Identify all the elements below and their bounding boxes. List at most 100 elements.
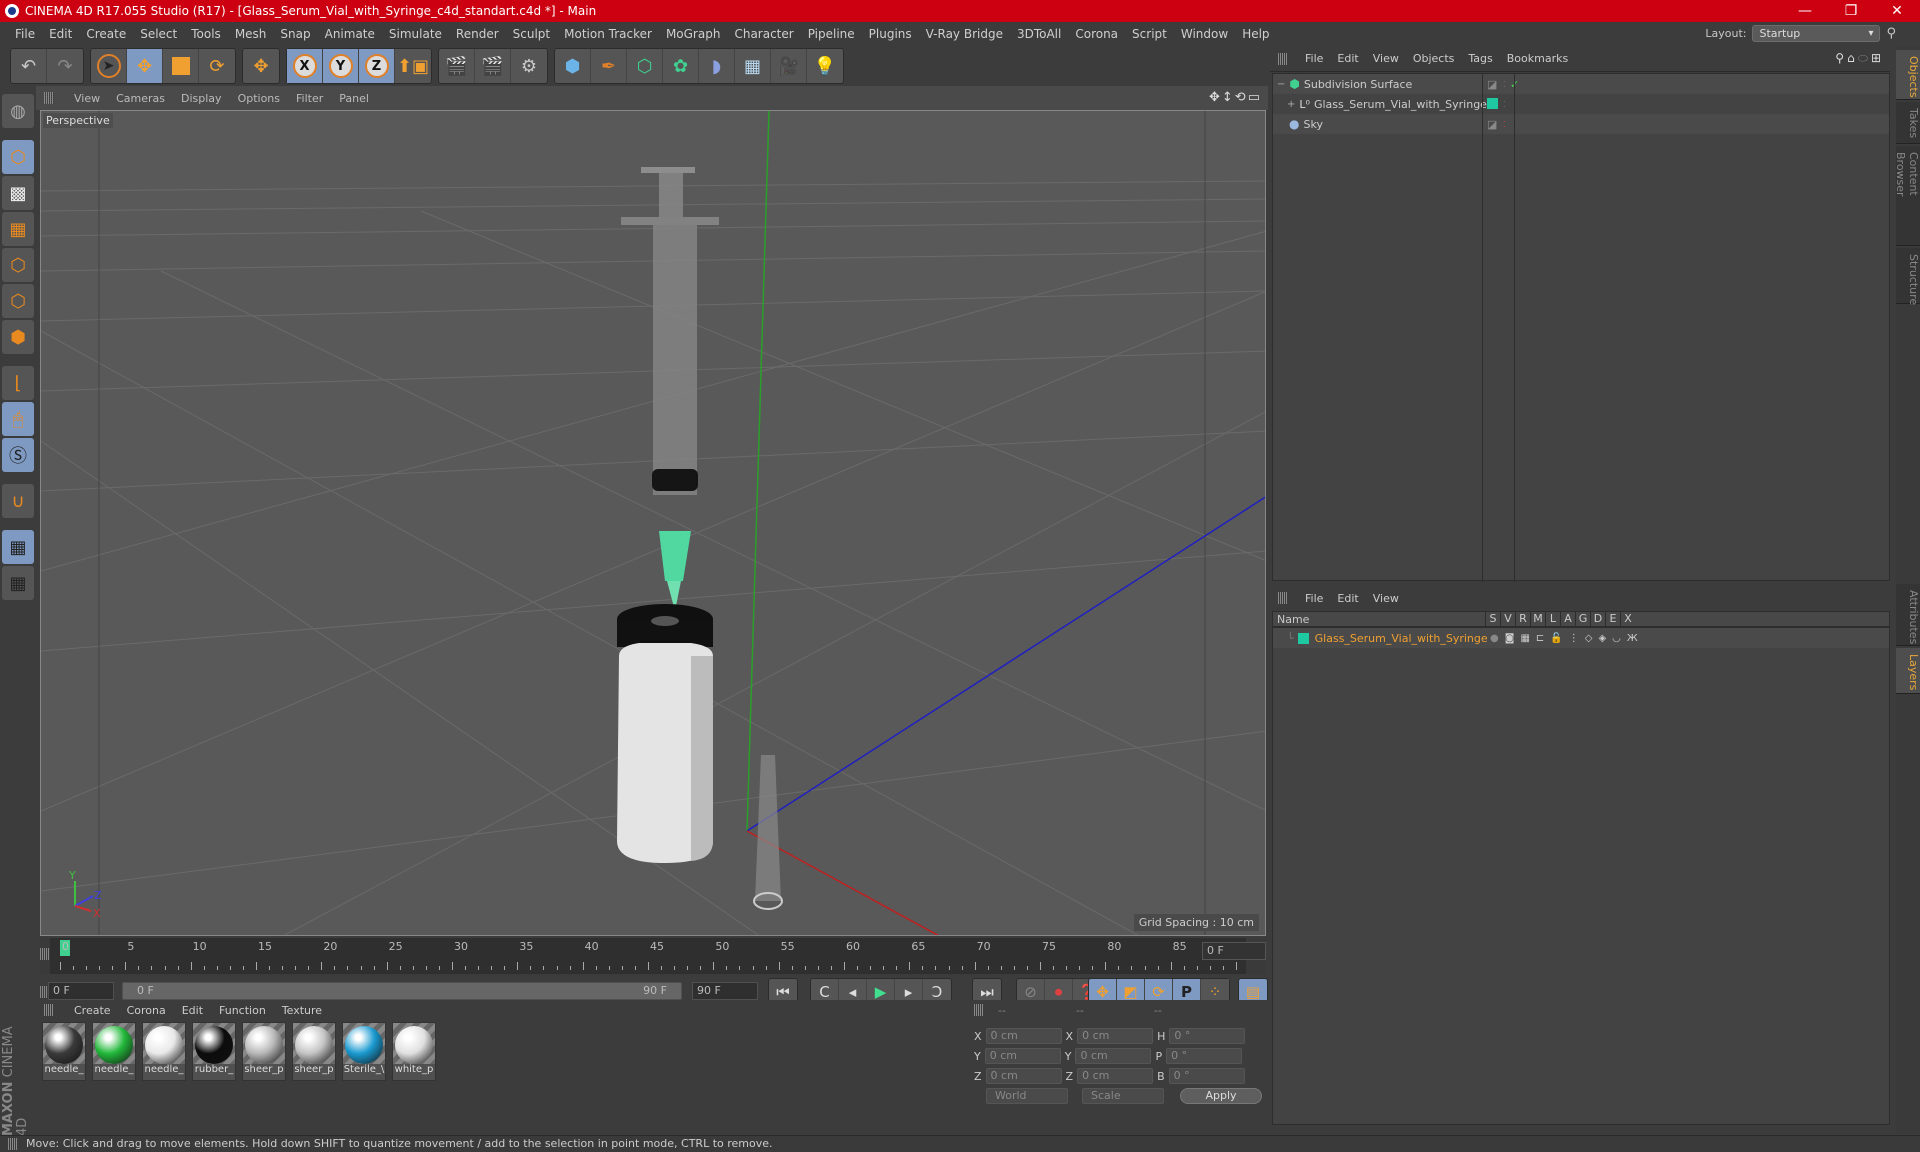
- material-swatch[interactable]: needle_: [142, 1022, 186, 1081]
- redo-icon[interactable]: ↷: [47, 49, 83, 83]
- end-frame-field[interactable]: 90 F: [692, 982, 758, 1000]
- rotate-icon[interactable]: ⟳: [199, 49, 235, 83]
- visibility-dots[interactable]: ⁚: [1503, 120, 1506, 129]
- tab-takes[interactable]: Takes: [1896, 102, 1920, 144]
- object-name[interactable]: Sky: [1303, 118, 1322, 131]
- tab-content-browser[interactable]: Content Browser: [1894, 146, 1920, 246]
- render-view-icon[interactable]: 🎬: [439, 49, 475, 83]
- array-icon[interactable]: ✿: [663, 49, 699, 83]
- viewport-menu-filter[interactable]: Filter: [288, 92, 331, 105]
- material-swatch[interactable]: needle_: [92, 1022, 136, 1081]
- z-axis-icon[interactable]: Z: [359, 49, 395, 83]
- vial-model[interactable]: [617, 604, 713, 863]
- tab-layers[interactable]: Layers: [1896, 648, 1920, 694]
- pan-view-icon[interactable]: ✥: [1209, 90, 1222, 105]
- column-divider[interactable]: [1514, 74, 1515, 582]
- workplane-align-icon[interactable]: ▦: [2, 566, 34, 600]
- size-y-field[interactable]: 0 cm: [1075, 1048, 1152, 1064]
- lm-menu-file[interactable]: File: [1298, 592, 1330, 605]
- floor-icon[interactable]: ▦: [735, 49, 771, 83]
- panel-grip[interactable]: [44, 92, 54, 104]
- render-picture-viewer-icon[interactable]: 🎬: [475, 49, 511, 83]
- column-solo[interactable]: S: [1485, 612, 1500, 626]
- undo-icon[interactable]: ↶: [11, 49, 47, 83]
- material-swatch[interactable]: sheer_p: [292, 1022, 336, 1081]
- solo-toggle-icon[interactable]: ●: [1490, 633, 1505, 644]
- camera-icon[interactable]: 🎥: [771, 49, 807, 83]
- panel-grip[interactable]: [44, 1004, 54, 1016]
- panel-grip[interactable]: [974, 1004, 984, 1016]
- polygons-mode-icon[interactable]: ⬢: [2, 320, 34, 354]
- column-locked[interactable]: L: [1545, 612, 1560, 626]
- light-icon[interactable]: 💡: [807, 49, 843, 83]
- menu-3dtoall[interactable]: 3DToAll: [1010, 27, 1068, 41]
- menu-select[interactable]: Select: [133, 27, 184, 41]
- column-render[interactable]: R: [1515, 612, 1530, 626]
- menu-help[interactable]: Help: [1235, 27, 1276, 41]
- object-name[interactable]: Glass_Serum_Vial_with_Syringe: [1314, 98, 1487, 111]
- lm-menu-edit[interactable]: Edit: [1330, 592, 1365, 605]
- cube-icon[interactable]: ⬢: [555, 49, 591, 83]
- new-panel-icon[interactable]: ⊞: [1871, 51, 1884, 65]
- rotation-b-field[interactable]: 0 °: [1168, 1068, 1245, 1084]
- om-menu-bookmarks[interactable]: Bookmarks: [1500, 52, 1575, 65]
- material-menu-function[interactable]: Function: [211, 1004, 274, 1017]
- position-y-field[interactable]: 0 cm: [984, 1048, 1061, 1064]
- layout-dropdown[interactable]: Startup: [1752, 25, 1881, 42]
- column-generators[interactable]: G: [1575, 612, 1590, 626]
- object-row-sky[interactable]: ● Sky ◪ ⁚: [1273, 114, 1889, 134]
- menu-mesh[interactable]: Mesh: [228, 27, 274, 41]
- material-swatch[interactable]: Sterile_\: [342, 1022, 386, 1081]
- column-view[interactable]: V: [1500, 612, 1515, 626]
- tweak-mode-icon[interactable]: 🖱: [2, 402, 34, 436]
- material-menu-texture[interactable]: Texture: [274, 1004, 330, 1017]
- timeline-ruler[interactable]: 051015202530354045505560657075808590 0 F: [40, 938, 1266, 974]
- column-deformers[interactable]: D: [1590, 612, 1605, 626]
- model-mode-icon[interactable]: ⬡: [2, 140, 34, 174]
- menu-file[interactable]: File: [8, 27, 42, 41]
- rotate-view-icon[interactable]: ⟲: [1235, 90, 1248, 105]
- solo-icon[interactable]: Ⓢ: [2, 438, 34, 472]
- manager-toggle-icon[interactable]: ⊏: [1536, 633, 1550, 644]
- rotation-p-field[interactable]: 0 °: [1166, 1048, 1243, 1064]
- needle-cap-model[interactable]: [753, 755, 783, 910]
- lock-toggle-icon[interactable]: 🔓: [1550, 633, 1568, 644]
- menu-vray-bridge[interactable]: V-Ray Bridge: [919, 27, 1010, 41]
- coordinate-system-icon[interactable]: ⬆▣: [395, 49, 431, 83]
- menu-corona[interactable]: Corona: [1068, 27, 1125, 41]
- close-button[interactable]: ✕: [1874, 0, 1920, 22]
- range-slider[interactable]: 0 F 90 F: [122, 982, 682, 1000]
- generators-toggle-icon[interactable]: ◇: [1585, 633, 1599, 644]
- menu-plugins[interactable]: Plugins: [862, 27, 919, 41]
- make-editable-icon[interactable]: ◍: [2, 94, 34, 128]
- menu-render[interactable]: Render: [449, 27, 506, 41]
- texture-mode-icon[interactable]: ▩: [2, 176, 34, 210]
- column-expressions[interactable]: E: [1605, 612, 1620, 626]
- material-menu-corona[interactable]: Corona: [119, 1004, 174, 1017]
- panel-grip[interactable]: [1278, 53, 1288, 65]
- size-x-field[interactable]: 0 cm: [1077, 1028, 1154, 1044]
- material-menu-edit[interactable]: Edit: [174, 1004, 211, 1017]
- live-selection-icon[interactable]: ➤: [91, 49, 127, 83]
- tab-structure[interactable]: Structure: [1896, 248, 1920, 305]
- visibility-dots[interactable]: ⁚: [1503, 80, 1506, 89]
- render-toggle-icon[interactable]: ▦: [1520, 633, 1535, 644]
- minimize-button[interactable]: —: [1782, 0, 1828, 22]
- animation-toggle-icon[interactable]: ⋮: [1569, 633, 1585, 644]
- render-settings-icon[interactable]: ⚙: [511, 49, 547, 83]
- position-x-field[interactable]: 0 cm: [985, 1028, 1062, 1044]
- position-z-field[interactable]: 0 cm: [985, 1068, 1062, 1084]
- om-menu-tags[interactable]: Tags: [1461, 52, 1499, 65]
- transform-mode-dropdown[interactable]: Scale: [1082, 1088, 1164, 1104]
- column-manager[interactable]: M: [1530, 612, 1545, 626]
- snap-icon[interactable]: ∪: [2, 484, 34, 518]
- edges-mode-icon[interactable]: ⬡: [2, 284, 34, 318]
- axis-mode-icon[interactable]: ⌊: [2, 366, 34, 400]
- layer-color-swatch[interactable]: [1487, 98, 1498, 109]
- material-swatch[interactable]: sheer_p: [242, 1022, 286, 1081]
- apply-button[interactable]: Apply: [1180, 1088, 1262, 1104]
- menu-script[interactable]: Script: [1125, 27, 1174, 41]
- subdivision-icon[interactable]: ⬡: [627, 49, 663, 83]
- menu-motion-tracker[interactable]: Motion Tracker: [557, 27, 659, 41]
- visibility-dots[interactable]: ⁚: [1503, 100, 1506, 109]
